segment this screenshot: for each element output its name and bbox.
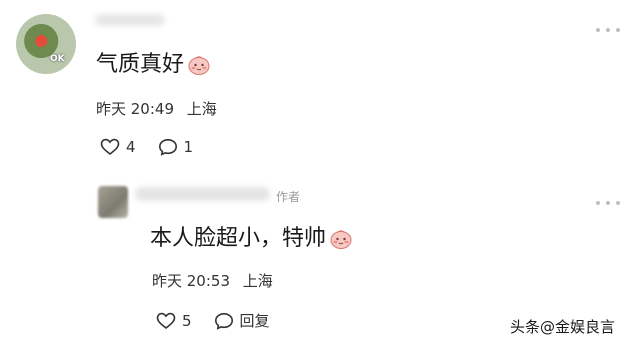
like-count: 5 — [182, 311, 192, 330]
username-blurred[interactable] — [95, 14, 165, 26]
reply-button[interactable]: 回复 — [214, 310, 270, 331]
comment-actions: 4 1 — [100, 138, 215, 156]
comment-time: 昨天 20:49 — [96, 100, 174, 118]
comment-location: 上海 — [186, 100, 217, 118]
like-button[interactable]: 4 — [100, 138, 136, 156]
blush-face-icon — [330, 229, 352, 249]
heart-icon — [156, 312, 176, 329]
reply-meta: 昨天 20:53 上海 — [152, 270, 281, 291]
reply-time: 昨天 20:53 — [152, 272, 230, 290]
avatar[interactable] — [16, 14, 76, 74]
reply-count: 1 — [183, 138, 194, 156]
reply-text: 本人脸超小，特帅 — [150, 226, 352, 252]
reply-button[interactable]: 1 — [158, 138, 194, 156]
more-options-button[interactable] — [596, 25, 620, 35]
reply-label: 回复 — [239, 312, 270, 330]
more-icon — [596, 28, 600, 32]
avatar-badge-text: OK — [50, 54, 65, 64]
avatar[interactable] — [98, 186, 128, 218]
watermark: 头条@金娱良言 — [510, 318, 616, 336]
more-icon — [596, 201, 600, 205]
heart-icon — [100, 138, 120, 156]
comment-bubble-icon — [158, 138, 177, 156]
reply-location: 上海 — [242, 272, 273, 290]
comment-meta: 昨天 20:49 上海 — [96, 98, 225, 119]
like-button[interactable]: 5 — [156, 312, 192, 330]
author-badge: 作者 — [276, 190, 301, 204]
comment-text: 气质真好 — [96, 52, 210, 78]
like-count: 4 — [126, 138, 136, 156]
username-blurred[interactable] — [135, 187, 270, 201]
more-options-button[interactable] — [596, 198, 620, 208]
reply-actions: 5 回复 — [156, 310, 292, 331]
comment-bubble-icon — [214, 312, 233, 330]
blush-face-icon — [188, 55, 210, 75]
